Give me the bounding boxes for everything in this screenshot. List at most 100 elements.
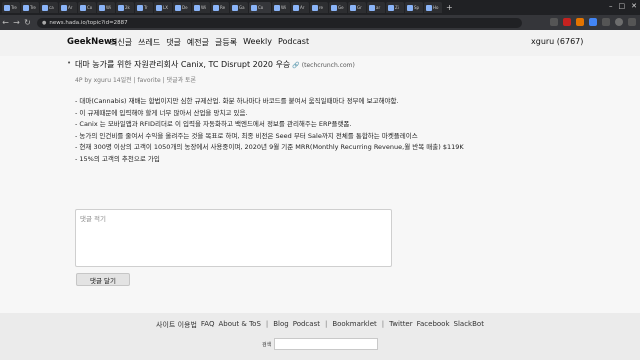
nav-submit[interactable]: 글등록	[215, 37, 237, 48]
topic-domain: (techcrunch.com)	[301, 62, 355, 69]
favicon-icon	[23, 4, 29, 11]
browser-toolbar: ← → ↻ ● news.hada.io/topic?id=2887	[0, 15, 640, 30]
nav-podcast[interactable]: Podcast	[278, 37, 309, 48]
body-line: - 15%의 고객의 추천으로 가입	[75, 154, 160, 163]
search-input[interactable]	[274, 338, 379, 350]
footer-link-guide[interactable]: 사이트 이용법	[156, 320, 197, 330]
topic-content: • 대마 농가를 위한 자원관리회사 Canix, TC Disrupt 202…	[0, 56, 640, 313]
favicon-icon	[407, 4, 413, 11]
favicon-icon	[213, 4, 219, 11]
favicon-icon	[232, 4, 238, 11]
extension-icon[interactable]	[563, 18, 571, 26]
favicon-icon	[61, 4, 67, 11]
browser-tab[interactable]: Ga	[230, 2, 248, 13]
browser-tab[interactable]: Tre	[21, 2, 39, 13]
footer-link-blog[interactable]: Blog	[273, 320, 288, 330]
browser-tab[interactable]: re	[310, 2, 328, 13]
browser-tab[interactable]: Sp	[405, 2, 423, 13]
browser-tab-active[interactable]: Co	[249, 2, 271, 13]
favicon-icon	[426, 4, 432, 11]
nav-latest[interactable]: 최신글	[110, 37, 132, 48]
browser-tab[interactable]: ca	[40, 2, 58, 13]
topic-title-row: 대마 농가를 위한 자원관리회사 Canix, TC Disrupt 2020 …	[75, 59, 355, 70]
comment-textarea[interactable]	[75, 209, 392, 267]
address-bar[interactable]: ● news.hada.io/topic?id=2887	[37, 17, 522, 28]
profile-avatar-icon[interactable]	[615, 18, 623, 26]
body-line: - 농가의 인건비를 줄여서 수익을 올려주는 것을 목표로 하며, 최종 비전…	[75, 131, 418, 140]
reload-icon[interactable]: ↻	[22, 18, 33, 27]
favicon-icon	[251, 4, 257, 11]
favicon-icon	[369, 4, 375, 11]
browser-tab[interactable]: Ho	[424, 2, 442, 13]
body-line: - Canix 는 모바일앱과 RFID리더로 이 입력을 자동화하고 백엔드에…	[75, 120, 352, 129]
menu-icon[interactable]	[628, 18, 636, 26]
topic-body: - 대마(Cannabis) 재배는 합법이지만 심한 규제산업. 화분 하나마…	[75, 96, 464, 166]
browser-tab[interactable]: Ar	[291, 2, 309, 13]
browser-tab[interactable]: Zi	[386, 2, 404, 13]
browser-tab[interactable]: Co	[78, 2, 96, 13]
browser-tab[interactable]: De	[173, 2, 191, 13]
browser-tab[interactable]: 2k	[116, 2, 134, 13]
search-label: 검색	[262, 341, 272, 348]
browser-tab[interactable]: Wi	[97, 2, 115, 13]
favicon-icon	[312, 4, 318, 11]
favorite-link[interactable]: favorite	[137, 77, 160, 84]
extension-icon[interactable]	[576, 18, 584, 26]
footer-link-faq[interactable]: FAQ	[201, 320, 215, 330]
star-icon[interactable]	[550, 18, 558, 26]
body-line: - 대마(Cannabis) 재배는 합법이지만 심한 규제산업. 화분 하나마…	[75, 97, 399, 105]
link-icon: 🔗	[292, 62, 300, 69]
points-author: 4P by xguru 14일전	[75, 77, 132, 84]
favicon-icon	[175, 4, 181, 11]
nav-threads[interactable]: 쓰레드	[138, 37, 160, 48]
extension-icon[interactable]	[589, 18, 597, 26]
footer-link-podcast[interactable]: Podcast	[293, 320, 320, 330]
url-text: news.hada.io/topic?id=2887	[49, 19, 128, 26]
favicon-icon	[4, 4, 10, 11]
footer-link-facebook[interactable]: Facebook	[417, 320, 450, 330]
favicon-icon	[156, 4, 162, 11]
browser-tab[interactable]: Tre	[2, 2, 20, 13]
close-icon[interactable]: ✕	[631, 2, 637, 10]
minimize-icon[interactable]: –	[609, 2, 613, 10]
nav-comments[interactable]: 댓글	[166, 37, 181, 48]
favicon-icon	[42, 4, 48, 11]
forward-icon[interactable]: →	[11, 18, 22, 27]
web-page: GeekNews 최신글 쓰레드 댓글 예전글 글등록 Weekly Podca…	[0, 30, 640, 360]
favicon-icon	[118, 4, 124, 11]
lock-icon: ●	[42, 19, 47, 26]
favicon-icon	[137, 4, 143, 11]
upvote-icon[interactable]: •	[67, 59, 71, 67]
comments-link[interactable]: 댓글과 토론	[167, 77, 197, 84]
new-tab-icon[interactable]: +	[446, 3, 453, 12]
favicon-icon	[293, 4, 299, 11]
favicon-icon	[350, 4, 356, 11]
footer-link-slackbot[interactable]: SlackBot	[454, 320, 484, 330]
browser-tab[interactable]: Wi	[272, 2, 290, 13]
footer-link-twitter[interactable]: Twitter	[389, 320, 412, 330]
browser-tab[interactable]: Re	[211, 2, 229, 13]
browser-tab[interactable]: Wi	[192, 2, 210, 13]
browser-tab[interactable]: Ge	[329, 2, 347, 13]
maximize-icon[interactable]: □	[619, 2, 626, 10]
favicon-icon	[274, 4, 280, 11]
favicon-icon	[194, 4, 200, 11]
back-icon[interactable]: ←	[0, 18, 11, 27]
footer-link-bookmarklet[interactable]: Bookmarklet	[332, 320, 376, 330]
footer-link-about[interactable]: About & ToS	[218, 320, 260, 330]
browser-tab[interactable]: ar	[367, 2, 385, 13]
extension-icons	[550, 18, 636, 26]
browser-tab[interactable]: LX	[154, 2, 172, 13]
nav-past[interactable]: 예전글	[187, 37, 209, 48]
user-link[interactable]: xguru (6767)	[531, 37, 583, 46]
browser-tab[interactable]: Gr	[348, 2, 366, 13]
nav-weekly[interactable]: Weekly	[243, 37, 272, 48]
browser-tab[interactable]: Ar	[59, 2, 77, 13]
extension-icon[interactable]	[602, 18, 610, 26]
body-line: - 현재 300명 이상의 고객이 1050개의 농장에서 사용중이며, 202…	[75, 143, 464, 152]
topic-title[interactable]: 대마 농가를 위한 자원관리회사 Canix, TC Disrupt 2020 …	[75, 60, 290, 69]
site-header: GeekNews 최신글 쓰레드 댓글 예전글 글등록 Weekly Podca…	[0, 30, 640, 56]
favicon-icon	[99, 4, 105, 11]
browser-tab[interactable]: Tr	[135, 2, 153, 13]
submit-comment-button[interactable]: 댓글 달기	[76, 273, 130, 286]
